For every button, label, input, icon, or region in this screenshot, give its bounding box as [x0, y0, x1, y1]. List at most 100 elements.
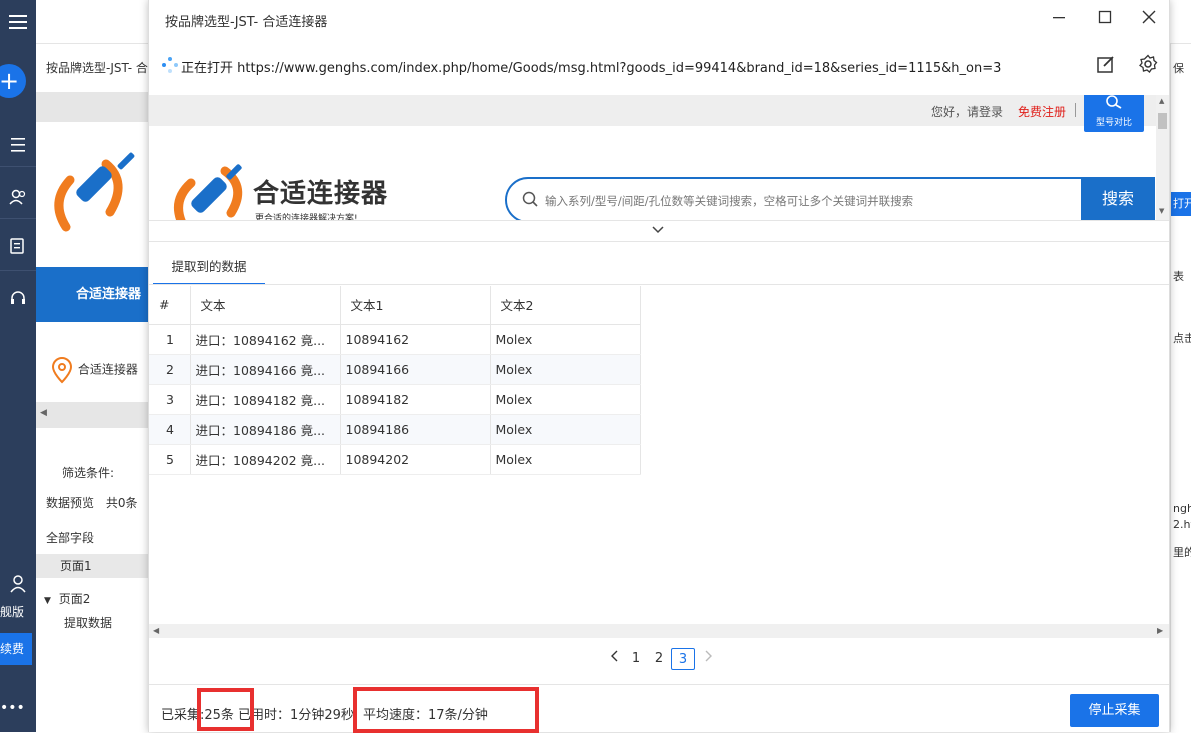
- background-location: 合适连接器: [50, 356, 138, 384]
- cell-text2: Molex: [490, 384, 641, 415]
- add-task-button[interactable]: +: [0, 64, 26, 98]
- cell-text: 进口：10894166 竟...: [190, 354, 341, 385]
- web-preview-dialog: 按品牌选型-JST- 合适连接器 正在打开 https://www.genghs…: [148, 0, 1170, 733]
- right-item-table[interactable]: 表: [1173, 268, 1184, 284]
- table-row[interactable]: 2 进口：10894166 竟... 10894166 Molex: [149, 354, 641, 385]
- version-label: 舰版: [0, 605, 25, 619]
- cell-index: 4: [149, 414, 191, 445]
- scroll-right-icon[interactable]: ▶: [1157, 626, 1163, 635]
- page2-label: 页面2: [58, 592, 91, 606]
- cell-text2: Molex: [490, 444, 641, 475]
- page-button-2[interactable]: 2: [648, 648, 670, 670]
- site-search-box[interactable]: 输入系列/型号/间距/孔位数等关键词搜索，空格可让多个关键词并联搜索: [505, 177, 1155, 220]
- minimize-icon[interactable]: [1047, 8, 1071, 30]
- extract-data-item[interactable]: 提取数据: [64, 614, 112, 631]
- loading-icon: [161, 56, 179, 74]
- data-count-label: 共0条: [105, 496, 138, 510]
- left-sidebar: + 舰版 续费 •••: [0, 0, 36, 732]
- background-gray-strip-2: ◀: [36, 402, 150, 428]
- close-icon[interactable]: [1137, 8, 1161, 30]
- task-list-icon[interactable]: [0, 131, 36, 159]
- site-top-bar: 您好，请登录 免费注册: [149, 95, 1156, 126]
- right-item-text: 里的: [1173, 546, 1191, 559]
- user-icon[interactable]: [0, 570, 36, 598]
- table-row[interactable]: 3 进口：10894182 竟... 10894182 Molex: [149, 384, 641, 415]
- right-item-url2: 2.ht: [1173, 518, 1191, 531]
- register-link[interactable]: 免费注册: [1018, 103, 1066, 120]
- more-icon[interactable]: •••: [0, 700, 36, 716]
- cell-text: 进口：10894186 竟...: [190, 414, 341, 445]
- cell-text1: 10894162: [340, 324, 491, 355]
- site-slogan: 更合适的连接器解决方案!: [255, 214, 358, 220]
- background-nav-bar[interactable]: 合适连接器: [36, 267, 150, 322]
- scroll-left-icon[interactable]: ◀: [153, 626, 159, 635]
- location-label: 合适连接器: [77, 362, 138, 377]
- cell-text1: 10894186: [340, 414, 491, 445]
- caret-down-icon: ▼: [44, 596, 51, 606]
- data-preview-label[interactable]: 数据预览: [46, 496, 94, 510]
- highlight-box-speed: [353, 687, 539, 733]
- right-item-url1: ngh: [1173, 502, 1191, 515]
- maximize-icon[interactable]: [1093, 8, 1117, 30]
- chevron-down-icon: [652, 226, 664, 234]
- col-header-text2: 文本2: [490, 286, 641, 325]
- table-horizontal-scrollbar[interactable]: ◀ ▶: [149, 624, 1169, 638]
- page1-item[interactable]: 页面1: [36, 554, 150, 578]
- background-gray-strip: [36, 92, 150, 122]
- right-item-open[interactable]: 打开: [1171, 192, 1191, 216]
- next-page-icon[interactable]: [697, 648, 719, 670]
- right-item-save[interactable]: 保: [1173, 60, 1184, 76]
- cell-text: 进口：10894162 竟...: [190, 324, 341, 355]
- template-icon[interactable]: [0, 232, 36, 260]
- cell-text: 进口：10894202 竟...: [190, 444, 341, 475]
- background-right-panel: 保 打开 表 点击 ngh 2.ht 里的: [1170, 44, 1191, 732]
- renew-button[interactable]: 续费: [0, 633, 32, 665]
- tab-extracted-data[interactable]: 提取到的数据: [153, 252, 265, 285]
- url-display: 正在打开 https://www.genghs.com/index.php/ho…: [181, 57, 1001, 76]
- all-fields-item[interactable]: 全部字段: [46, 529, 94, 546]
- status-footer: 已采集:25条 已用时：1分钟29秒 平均速度：17条/分钟 停止采集: [149, 684, 1169, 733]
- settings-icon[interactable]: [1138, 54, 1160, 76]
- table-row[interactable]: 5 进口：10894202 竟... 10894202 Molex: [149, 444, 641, 475]
- menu-icon[interactable]: [0, 8, 36, 36]
- table-row[interactable]: 1 进口：10894162 竟... 10894162 Molex: [149, 324, 641, 355]
- page-button-3-current[interactable]: 3: [671, 648, 695, 670]
- edit-icon[interactable]: [1096, 54, 1118, 76]
- cell-text2: Molex: [490, 354, 641, 385]
- site-search-button[interactable]: 搜索: [1081, 177, 1155, 220]
- filter-label: 筛选条件:: [62, 466, 115, 480]
- cell-text1: 10894182: [340, 384, 491, 415]
- data-preview-header: 数据预览 共0条: [46, 494, 137, 511]
- extracted-data-table: # 文本 文本1 文本2 1 进口：10894162 竟... 10894162…: [149, 286, 641, 475]
- page2-item[interactable]: ▼ 页面2: [44, 590, 90, 607]
- url-value: https://www.genghs.com/index.php/home/Go…: [237, 61, 1002, 76]
- background-logo: [36, 122, 150, 267]
- stop-collect-button[interactable]: 停止采集: [1070, 694, 1159, 727]
- cell-index: 2: [149, 354, 191, 385]
- cell-text1: 10894202: [340, 444, 491, 475]
- table-header-row: # 文本 文本1 文本2: [149, 286, 641, 325]
- web-page-preview[interactable]: 您好，请登录 免费注册 型号对比 合适连接器 更合适的连接器解决方案! 输入系列…: [149, 95, 1169, 220]
- right-item-click[interactable]: 点击: [1173, 330, 1191, 346]
- col-header-index: #: [149, 286, 191, 325]
- headset-icon[interactable]: [0, 284, 36, 312]
- login-link[interactable]: 您好，请登录: [931, 103, 1003, 120]
- cell-text2: Molex: [490, 414, 641, 445]
- dialog-title: 按品牌选型-JST- 合适连接器: [165, 15, 328, 30]
- cell-index: 5: [149, 444, 191, 475]
- prev-page-icon[interactable]: [604, 648, 626, 670]
- site-logo-icon[interactable]: [173, 161, 247, 220]
- table-row[interactable]: 4 进口：10894186 竟... 10894186 Molex: [149, 414, 641, 445]
- cell-text1: 10894166: [340, 354, 491, 385]
- cell-index: 1: [149, 324, 191, 355]
- model-compare-button[interactable]: 型号对比: [1084, 95, 1144, 132]
- compare-label: 型号对比: [1095, 118, 1132, 128]
- col-header-text1: 文本1: [340, 286, 491, 325]
- cell-index: 3: [149, 384, 191, 415]
- cell-text2: Molex: [490, 324, 641, 355]
- collapse-toggle[interactable]: [149, 220, 1169, 242]
- team-icon[interactable]: [0, 183, 36, 211]
- url-bar: 正在打开 https://www.genghs.com/index.php/ho…: [149, 38, 1169, 94]
- page-button-1[interactable]: 1: [625, 648, 647, 670]
- preview-scrollbar[interactable]: ▲ ▼: [1156, 95, 1169, 220]
